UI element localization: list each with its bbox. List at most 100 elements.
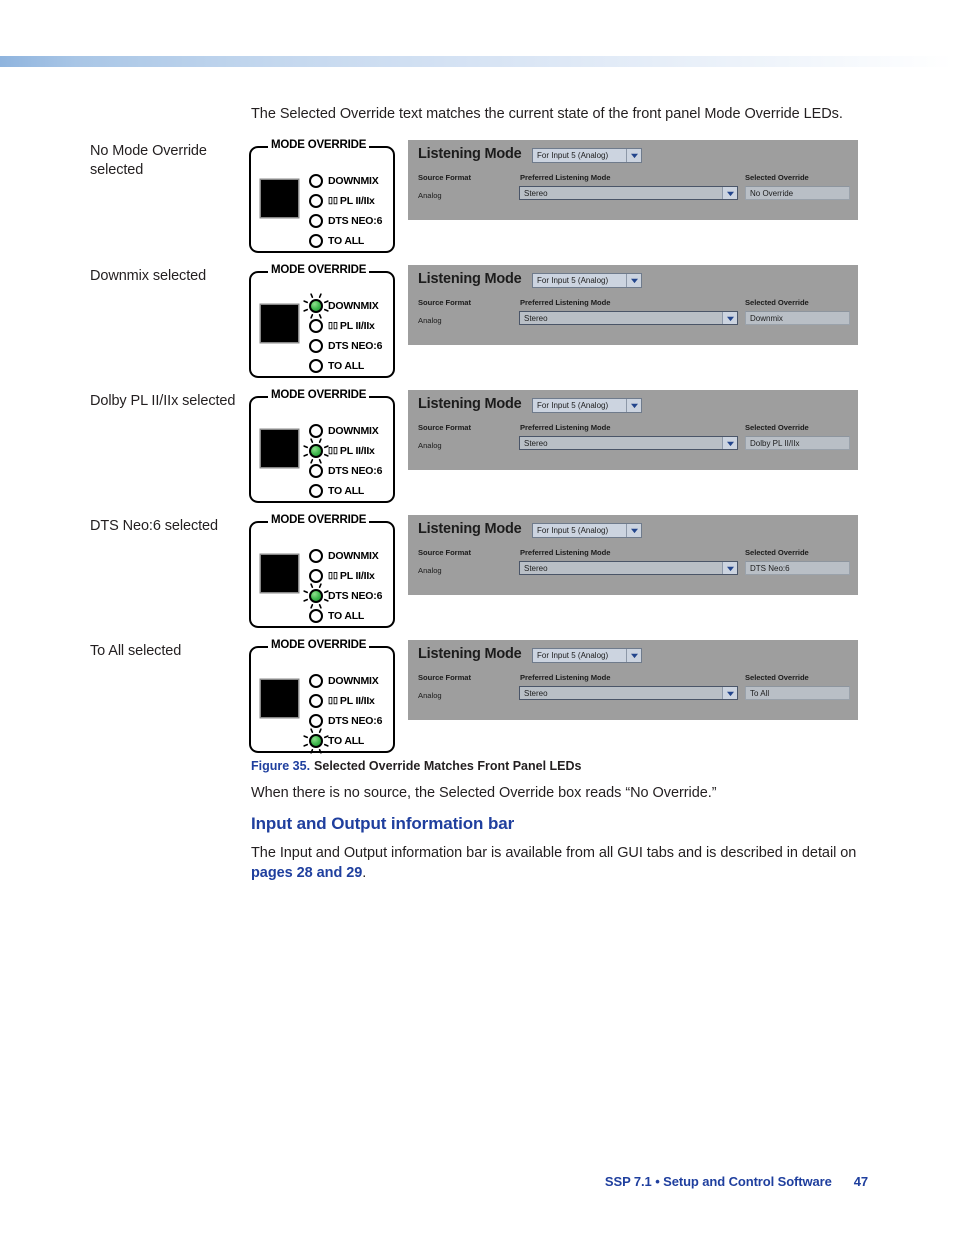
chevron-down-icon[interactable] [626,274,641,287]
dolby-double-d-icon: ▯▯ [328,695,338,705]
column-header-source-format: Source Format [418,173,471,182]
led-indicator-off-icon [309,214,323,228]
listening-mode-gui-panel: Listening Mode For Input 5 (Analog) Source… [408,140,858,220]
led-indicator-off-icon [309,424,323,438]
led-row: DTS NEO:6 [309,336,395,356]
input-select-dropdown[interactable]: For Input 5 (Analog) [532,523,642,538]
mode-override-title: MODE OVERRIDE [268,139,370,152]
led-indicator-off-icon [309,194,323,208]
row-caption-label: No Mode Override selected [90,143,207,178]
pages-link[interactable]: pages 28 and 29 [251,865,362,881]
led-label: ▯▯ PL II/IIx [328,695,375,707]
led-list: DOWNMIX ▯▯ PL II/IIx DTS NEO:6 TO ALL [303,671,395,754]
mode-override-title: MODE OVERRIDE [268,389,370,402]
column-header-preferred-listening-mode: Preferred Listening Mode [520,548,611,557]
row-caption-label: Downmix selected [90,268,207,284]
chevron-down-icon[interactable] [722,187,737,199]
io-bar-text-part1: The Input and Output information bar is … [251,845,857,861]
chevron-down-icon[interactable] [626,649,641,662]
chevron-down-icon[interactable] [722,437,737,449]
input-select-dropdown[interactable]: For Input 5 (Analog) [532,148,642,163]
mode-override-panel: MODE OVERRIDE DOWNMIX ▯▯ PL II/IIx DTS NEO:6… [249,514,395,628]
input-select-dropdown[interactable]: For Input 5 (Analog) [532,648,642,663]
listening-mode-gui-panel: Listening Mode For Input 5 (Analog) Source… [408,515,858,595]
chevron-down-icon[interactable] [722,562,737,574]
led-label: TO ALL [328,234,365,247]
preferred-listening-mode-dropdown[interactable]: Stereo [519,186,738,200]
column-header-source-format: Source Format [418,548,471,557]
figure-row: Downmix selected MODE OVERRIDE DOWNMIX ▯▯ PL… [0,263,954,388]
column-header-selected-override: Selected Override [745,173,809,182]
led-row: DOWNMIX [309,421,395,441]
led-label-text: PL II/IIx [339,570,375,582]
chevron-down-icon[interactable] [626,149,641,162]
led-indicator-off-icon [309,609,323,623]
dolby-double-d-icon: ▯▯ [328,445,338,455]
selected-override-value: To All [750,688,770,698]
source-format-value: Analog [418,191,442,200]
column-header-selected-override: Selected Override [745,298,809,307]
led-row: ▯▯ PL II/IIx [309,566,395,586]
input-select-value: For Input 5 (Analog) [537,651,609,660]
led-label-text: PL II/IIx [339,695,375,707]
column-header-source-format: Source Format [418,298,471,307]
led-row: DOWNMIX [309,171,395,191]
row-caption-label: Dolby PL II/IIx selected [90,393,236,409]
mode-override-button[interactable] [261,680,298,717]
mode-override-button[interactable] [261,180,298,217]
input-select-value: For Input 5 (Analog) [537,276,609,285]
dolby-double-d-icon: ▯▯ [328,320,338,330]
led-label: DTS NEO:6 [328,464,383,477]
led-label-text: PL II/IIx [339,320,375,332]
mode-override-title: MODE OVERRIDE [268,514,370,527]
figure-number: Figure 35. [251,759,311,773]
chevron-down-icon[interactable] [722,312,737,324]
preferred-listening-mode-dropdown[interactable]: Stereo [519,311,738,325]
io-bar-text-part2: . [362,865,367,881]
listening-mode-gui-panel: Listening Mode For Input 5 (Analog) Source… [408,265,858,345]
led-row: TO ALL [303,728,395,754]
footer-title: SSP 7.1 • Setup and Control Software [604,1174,832,1189]
led-label: DTS NEO:6 [328,714,383,727]
preferred-listening-mode-value: Stereo [524,688,548,698]
column-header-preferred-listening-mode: Preferred Listening Mode [520,298,611,307]
mode-override-button[interactable] [261,430,298,467]
preferred-listening-mode-dropdown[interactable]: Stereo [519,686,738,700]
led-label: DTS NEO:6 [328,589,383,602]
input-select-value: For Input 5 (Analog) [537,526,609,535]
selected-override-value: Dolby PL II/IIx [750,438,800,448]
mode-override-button[interactable] [261,555,298,592]
preferred-listening-mode-dropdown[interactable]: Stereo [519,561,738,575]
led-row: DOWNMIX [309,546,395,566]
preferred-listening-mode-value: Stereo [524,313,548,323]
led-row: DTS NEO:6 [309,461,395,481]
led-row: ▯▯ PL II/IIx [303,438,395,464]
led-label: DTS NEO:6 [328,214,383,227]
led-label: ▯▯ PL II/IIx [328,445,375,457]
input-select-dropdown[interactable]: For Input 5 (Analog) [532,398,642,413]
led-label: TO ALL [328,609,365,622]
source-format-value: Analog [418,566,442,575]
listening-mode-gui-panel: Listening Mode For Input 5 (Analog) Source… [408,640,858,720]
chevron-down-icon[interactable] [626,524,641,537]
row-caption-label: DTS Neo:6 selected [90,518,218,534]
column-header-preferred-listening-mode: Preferred Listening Mode [520,673,611,682]
led-row: TO ALL [309,481,395,501]
chevron-down-icon[interactable] [626,399,641,412]
led-label: ▯▯ PL II/IIx [328,570,375,582]
page-footer: SSP 7.1 • Setup and Control Software 47 [0,1174,954,1189]
figure-row: No Mode Override selected MODE OVERRIDE DO… [0,138,954,263]
led-row: DTS NEO:6 [303,583,395,609]
input-select-value: For Input 5 (Analog) [537,151,609,160]
preferred-listening-mode-dropdown[interactable]: Stereo [519,436,738,450]
input-select-dropdown[interactable]: For Input 5 (Analog) [532,273,642,288]
led-indicator-on-icon [303,438,329,464]
figure-row: Dolby PL II/IIx selected MODE OVERRIDE DOW… [0,388,954,513]
source-format-value: Analog [418,691,442,700]
mode-override-title: MODE OVERRIDE [268,639,370,652]
led-indicator-off-icon [309,714,323,728]
mode-override-panel: MODE OVERRIDE DOWNMIX ▯▯ PL II/IIx DTS NEO:6… [249,639,395,754]
mode-override-button[interactable] [261,305,298,342]
column-header-source-format: Source Format [418,423,471,432]
chevron-down-icon[interactable] [722,687,737,699]
